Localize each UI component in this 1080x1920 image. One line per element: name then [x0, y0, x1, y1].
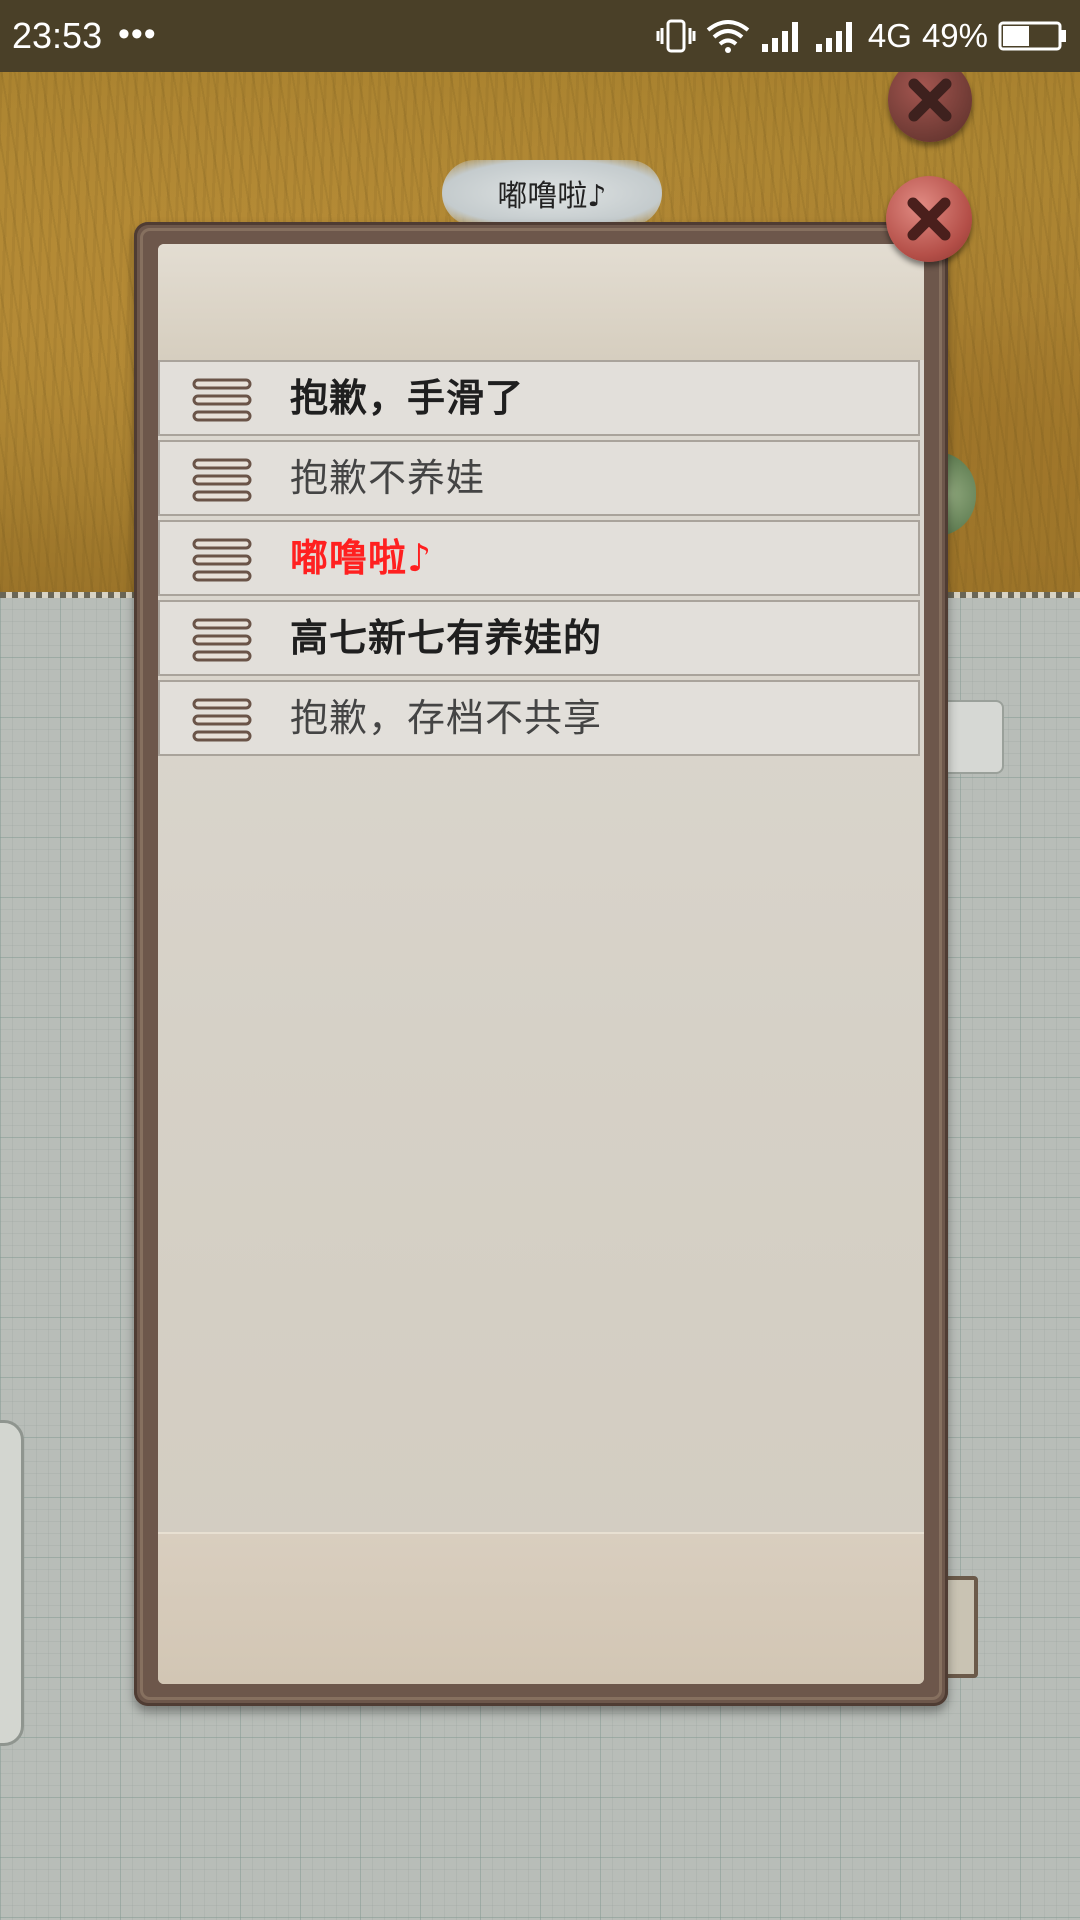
phrase-text: 抱歉不养娃 [290, 456, 486, 500]
list-lines-icon [192, 698, 252, 742]
phrase-item[interactable]: 抱歉不养娃 [158, 440, 920, 516]
phrase-item[interactable]: 高七新七有养娃的 [158, 600, 920, 676]
phrase-item[interactable]: 嘟噜啦♪ [158, 520, 920, 596]
background-side-panel [0, 1420, 24, 1746]
battery-icon [998, 21, 1066, 51]
list-lines-icon [192, 378, 252, 422]
phrase-list: 抱歉，手滑了 抱歉不养娃嘟噜啦♪ 高七新七有养娃的 抱歉，存档不共享 [158, 360, 924, 760]
status-icons: 4G 49% [656, 12, 1068, 60]
wifi-icon [706, 20, 750, 53]
phrase-text: 嘟噜啦♪ [290, 536, 433, 580]
background-input-box [940, 700, 1004, 774]
phrase-text: 抱歉，手滑了 [290, 376, 525, 420]
status-time: 23:53 [12, 15, 103, 56]
signal-icon-sim2 [815, 22, 852, 52]
phrase-item[interactable]: 抱歉，手滑了 [158, 360, 920, 436]
network-type: 4G [867, 17, 912, 54]
quick-phrase-dialog: 抱歉，手滑了 抱歉不养娃嘟噜啦♪ 高七新七有养娃的 抱歉，存档不共享 [134, 222, 948, 1706]
vibrate-icon [656, 19, 696, 53]
character-name-bubble: 嘟噜啦♪ [442, 160, 662, 226]
dialog-header [158, 244, 924, 360]
game-screen: 23:53 ••• 4G 49% 嘟噜啦♪ 抱歉，手滑了 抱歉不养娃 嘟噜啦♪ … [0, 0, 1080, 1920]
phrase-text: 高七新七有养娃的 [290, 616, 603, 660]
battery-percent: 49% [921, 17, 988, 54]
dialog-panel: 抱歉，手滑了 抱歉不养娃嘟噜啦♪ 高七新七有养娃的 抱歉，存档不共享 [158, 244, 924, 1684]
dialog-footer [158, 1532, 924, 1684]
phrase-item[interactable]: 抱歉，存档不共享 [158, 680, 920, 756]
close-icon [908, 78, 952, 122]
dialog-close-button[interactable] [886, 176, 972, 262]
notification-dots: ••• [118, 15, 157, 53]
phrase-text: 抱歉，存档不共享 [290, 696, 603, 740]
status-bar: 23:53 ••• 4G 49% [0, 0, 1080, 72]
list-lines-icon [192, 538, 252, 582]
list-lines-icon [192, 618, 252, 662]
signal-icon-sim1 [761, 22, 798, 52]
list-lines-icon [192, 458, 252, 502]
close-icon [907, 197, 951, 241]
